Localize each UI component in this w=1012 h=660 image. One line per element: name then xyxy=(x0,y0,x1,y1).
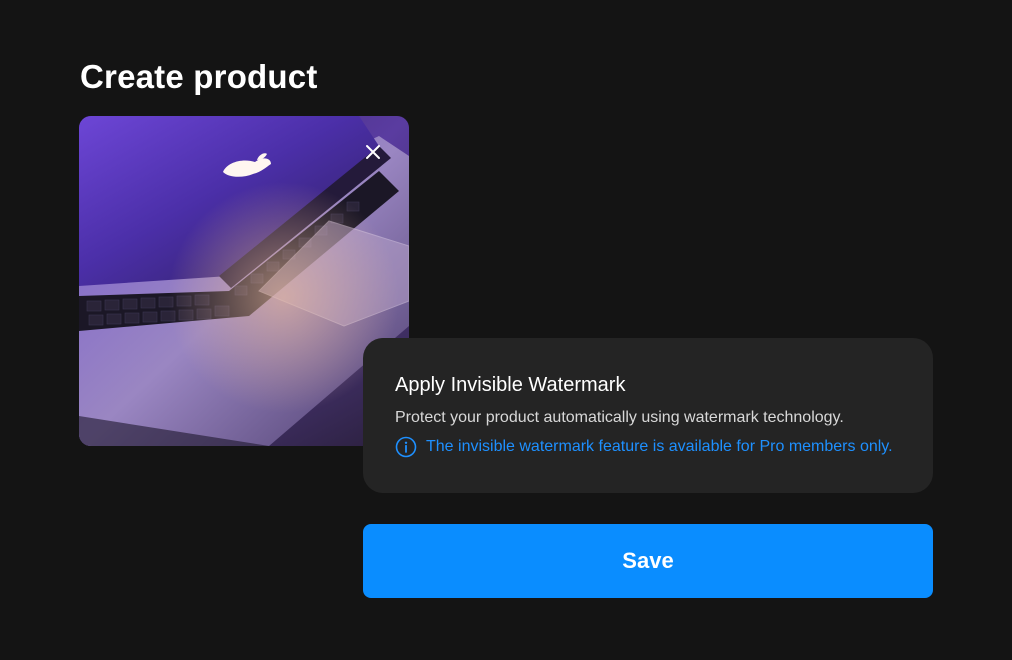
remove-image-button[interactable] xyxy=(355,134,391,170)
pro-members-note-text: The invisible watermark feature is avail… xyxy=(426,438,893,455)
save-button[interactable]: Save xyxy=(363,524,933,598)
page-title: Create product xyxy=(80,58,318,95)
close-icon xyxy=(366,145,380,159)
info-icon xyxy=(395,436,417,458)
pro-members-note: The invisible watermark feature is avail… xyxy=(395,436,901,458)
product-image xyxy=(79,116,409,446)
watermark-description: Protect your product automatically using… xyxy=(395,409,844,426)
watermark-title: Apply Invisible Watermark xyxy=(395,374,626,396)
watermark-card: Apply Invisible Watermark Protect your p… xyxy=(363,338,933,493)
